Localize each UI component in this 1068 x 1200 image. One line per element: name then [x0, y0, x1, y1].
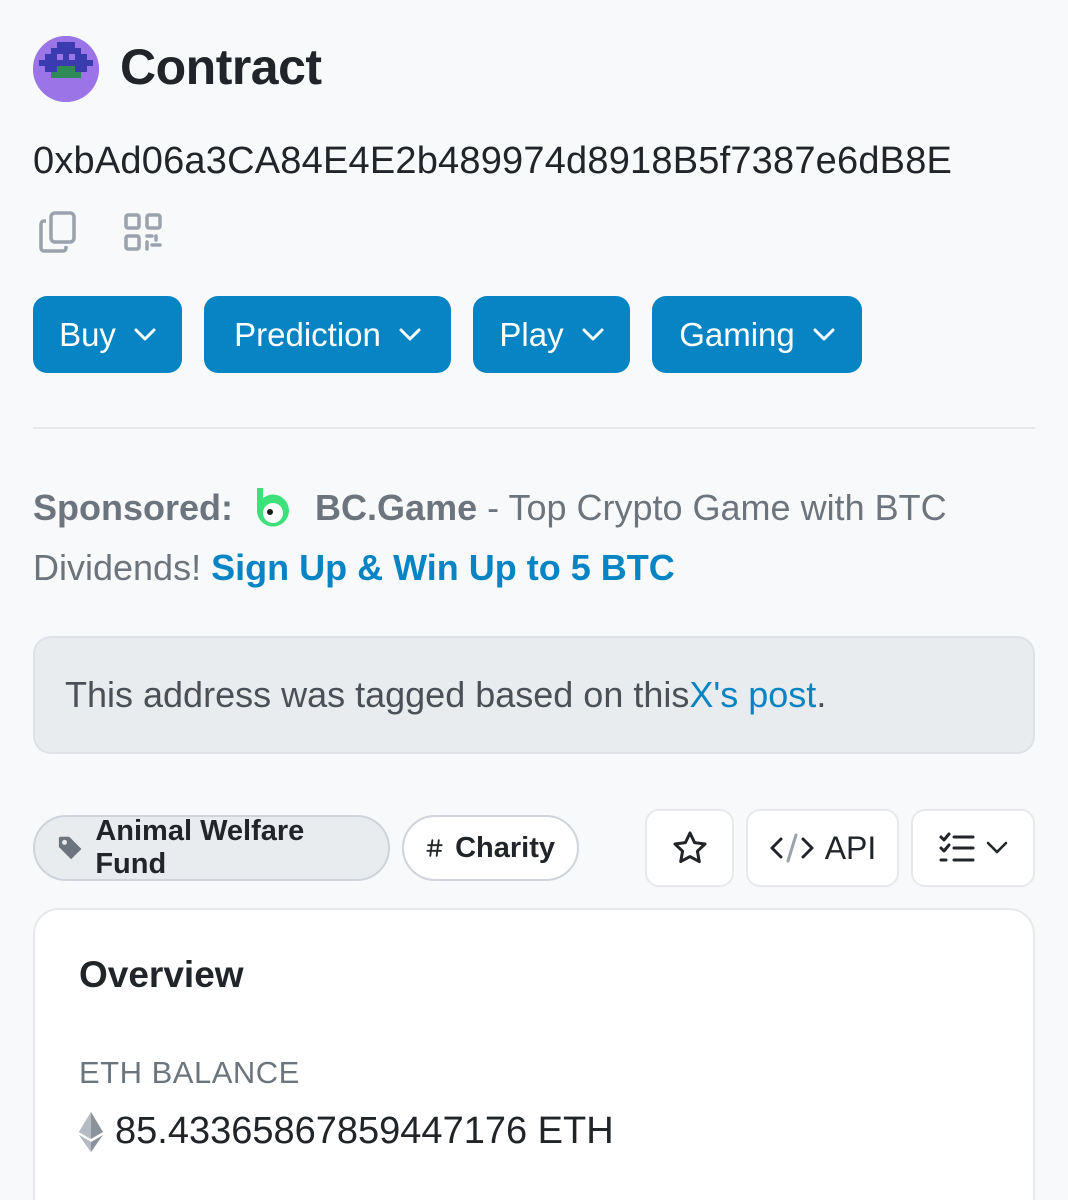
list-check-icon — [939, 832, 975, 862]
buy-label: Buy — [59, 315, 116, 353]
prediction-dropdown-button[interactable]: Prediction — [204, 296, 451, 373]
tag-label: Charity — [455, 831, 555, 864]
more-options-button[interactable] — [911, 809, 1035, 887]
overview-card — [33, 908, 1035, 1200]
play-label: Play — [499, 315, 564, 353]
code-icon — [770, 833, 814, 863]
chevron-down-icon — [582, 328, 604, 340]
gaming-dropdown-button[interactable]: Gaming — [652, 296, 862, 373]
contract-address: 0xbAd06a3CA84E4E2b489974d8918B5f7387e6dB… — [33, 140, 953, 182]
qr-code-icon[interactable] — [121, 208, 165, 256]
sponsored-prefix: Sponsored: — [33, 487, 234, 528]
x-post-link[interactable]: X's post — [689, 674, 816, 716]
chevron-down-icon — [986, 841, 1008, 854]
contract-avatar — [33, 36, 99, 102]
divider — [33, 427, 1035, 429]
sponsored-banner: Sponsored: BC.Game - Top Crypto Game wit… — [33, 478, 1043, 598]
alert-suffix: . — [816, 674, 827, 715]
favorite-button[interactable] — [645, 809, 734, 887]
chevron-down-icon — [134, 328, 156, 340]
sponsor-brand-link[interactable]: BC.Game — [315, 487, 477, 528]
api-label: API — [824, 829, 877, 866]
eth-balance-label: ETH BALANCE — [79, 1055, 300, 1090]
play-dropdown-button[interactable]: Play — [473, 296, 630, 373]
api-button[interactable]: API — [746, 809, 899, 887]
hash-icon — [426, 839, 443, 857]
prediction-label: Prediction — [234, 315, 381, 353]
bc-game-logo-icon — [257, 488, 289, 527]
tag-animal-welfare-fund[interactable]: Animal Welfare Fund — [33, 815, 390, 881]
alert-text: This address was tagged based on this — [65, 674, 690, 715]
page-title: Contract — [120, 39, 322, 95]
tag-info-alert: This address was tagged based on this X'… — [33, 636, 1035, 754]
eth-balance-row: 85.43365867859447176 ETH — [79, 1110, 614, 1153]
copy-icon[interactable] — [36, 208, 80, 256]
eth-balance-value: 85.43365867859447176 ETH — [115, 1110, 614, 1152]
sponsor-cta-link[interactable]: Sign Up & Win Up to 5 BTC — [211, 547, 675, 588]
star-icon — [673, 831, 706, 864]
buy-dropdown-button[interactable]: Buy — [33, 296, 182, 373]
overview-title: Overview — [79, 954, 244, 995]
gaming-label: Gaming — [679, 315, 795, 353]
tag-charity[interactable]: Charity — [402, 815, 579, 881]
tag-icon — [58, 836, 82, 860]
chevron-down-icon — [813, 328, 835, 340]
tag-label: Animal Welfare Fund — [95, 815, 305, 880]
ethereum-icon — [79, 1111, 103, 1152]
chevron-down-icon — [399, 328, 421, 340]
